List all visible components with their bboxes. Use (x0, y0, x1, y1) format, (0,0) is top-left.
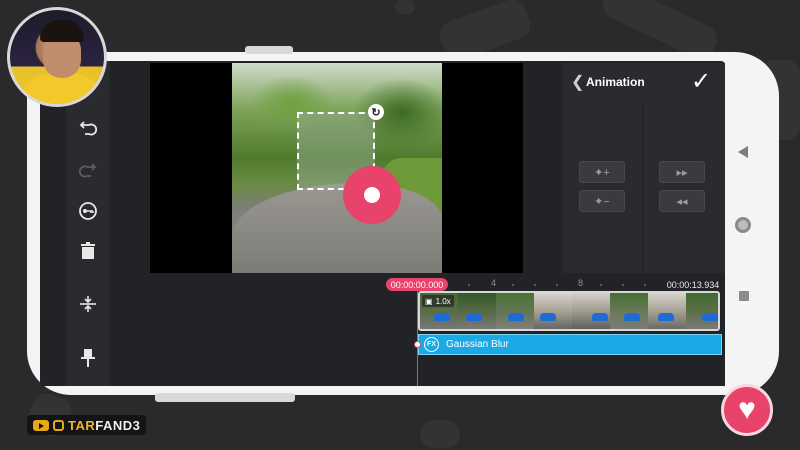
clip-speed-badge: ▣ 1.0x (422, 295, 454, 307)
remove-keyframe-button[interactable]: ✦− (579, 190, 625, 212)
keyframe-marker[interactable] (414, 341, 421, 348)
playhead[interactable] (417, 291, 418, 386)
ruler-dot (644, 284, 646, 286)
clip-thumbnail (610, 293, 648, 329)
back-icon[interactable]: ❮ (571, 72, 584, 92)
add-keyframe-button[interactable]: ✦+ (579, 161, 625, 183)
ruler-dot (600, 284, 602, 286)
youtube-icon (33, 419, 49, 431)
clip-thumbnail (534, 293, 572, 329)
clip-thumbnail (572, 293, 610, 329)
clip-thumbnail (648, 293, 686, 329)
prev-keyframe-button[interactable]: ◂◂ (659, 190, 705, 212)
ruler-dot (468, 284, 470, 286)
effect-layer-track[interactable]: FX Gaussian Blur (418, 334, 722, 355)
undo-button[interactable] (66, 109, 110, 145)
nav-recents-icon[interactable] (739, 291, 749, 301)
split-button[interactable] (66, 286, 110, 322)
ruler-dot (512, 284, 514, 286)
confirm-check-icon[interactable]: ✓ (691, 67, 711, 96)
current-time-badge: 00:00:00.000 (386, 278, 448, 291)
road-area (232, 183, 442, 273)
heart-icon[interactable]: ♥ (721, 384, 773, 436)
trash-icon (81, 242, 95, 259)
pin-button[interactable] (66, 340, 110, 376)
background-tile (395, 0, 415, 14)
nav-home-icon[interactable] (735, 217, 751, 233)
effect-label: Gaussian Blur (446, 339, 509, 350)
key-icon (79, 202, 97, 220)
split-icon (80, 296, 96, 312)
channel-watermark: TARFAND3 (27, 415, 147, 435)
background-tile (420, 420, 460, 448)
timeline-toolbar (66, 276, 110, 386)
ruler-dot (556, 284, 558, 286)
film-icon: ▣ (425, 296, 433, 306)
undo-icon (79, 121, 97, 136)
total-duration: 00:00:13.934 (666, 279, 720, 290)
panel-divider (642, 101, 643, 273)
phone-button (245, 46, 293, 54)
fx-icon: FX (424, 337, 439, 352)
brand-text: TARFAND3 (68, 417, 141, 433)
video-clip[interactable] (418, 291, 720, 331)
pin-icon (81, 349, 95, 367)
clip-thumbnail (686, 293, 718, 329)
ruler-tick-label: 4 (491, 278, 497, 288)
animation-panel: ❮ Animation ✓ ✦+ ✦− ▸▸ ◂◂ (563, 63, 725, 273)
record-keyframe-button[interactable] (343, 166, 401, 224)
delete-button[interactable] (66, 233, 110, 269)
speed-label: 1.0x (435, 296, 451, 306)
clip-thumbnail (496, 293, 534, 329)
phone-button (155, 393, 295, 402)
rotate-handle-icon[interactable]: ↻ (368, 104, 384, 120)
next-keyframe-button[interactable]: ▸▸ (659, 161, 705, 183)
animation-title: Animation (586, 75, 645, 89)
logo-icon (53, 419, 64, 431)
redo-icon (79, 163, 97, 178)
ruler-dot (622, 284, 624, 286)
animation-header: ❮ Animation ✓ (563, 63, 725, 101)
clip-thumbnail (458, 293, 496, 329)
ruler-tick-label: 8 (578, 278, 584, 288)
nav-back-icon[interactable] (738, 146, 748, 158)
redo-button[interactable] (66, 151, 110, 187)
presenter-avatar (7, 7, 107, 107)
ruler-dot (534, 284, 536, 286)
keyframe-button[interactable] (66, 193, 110, 229)
record-dot-icon (364, 187, 380, 203)
